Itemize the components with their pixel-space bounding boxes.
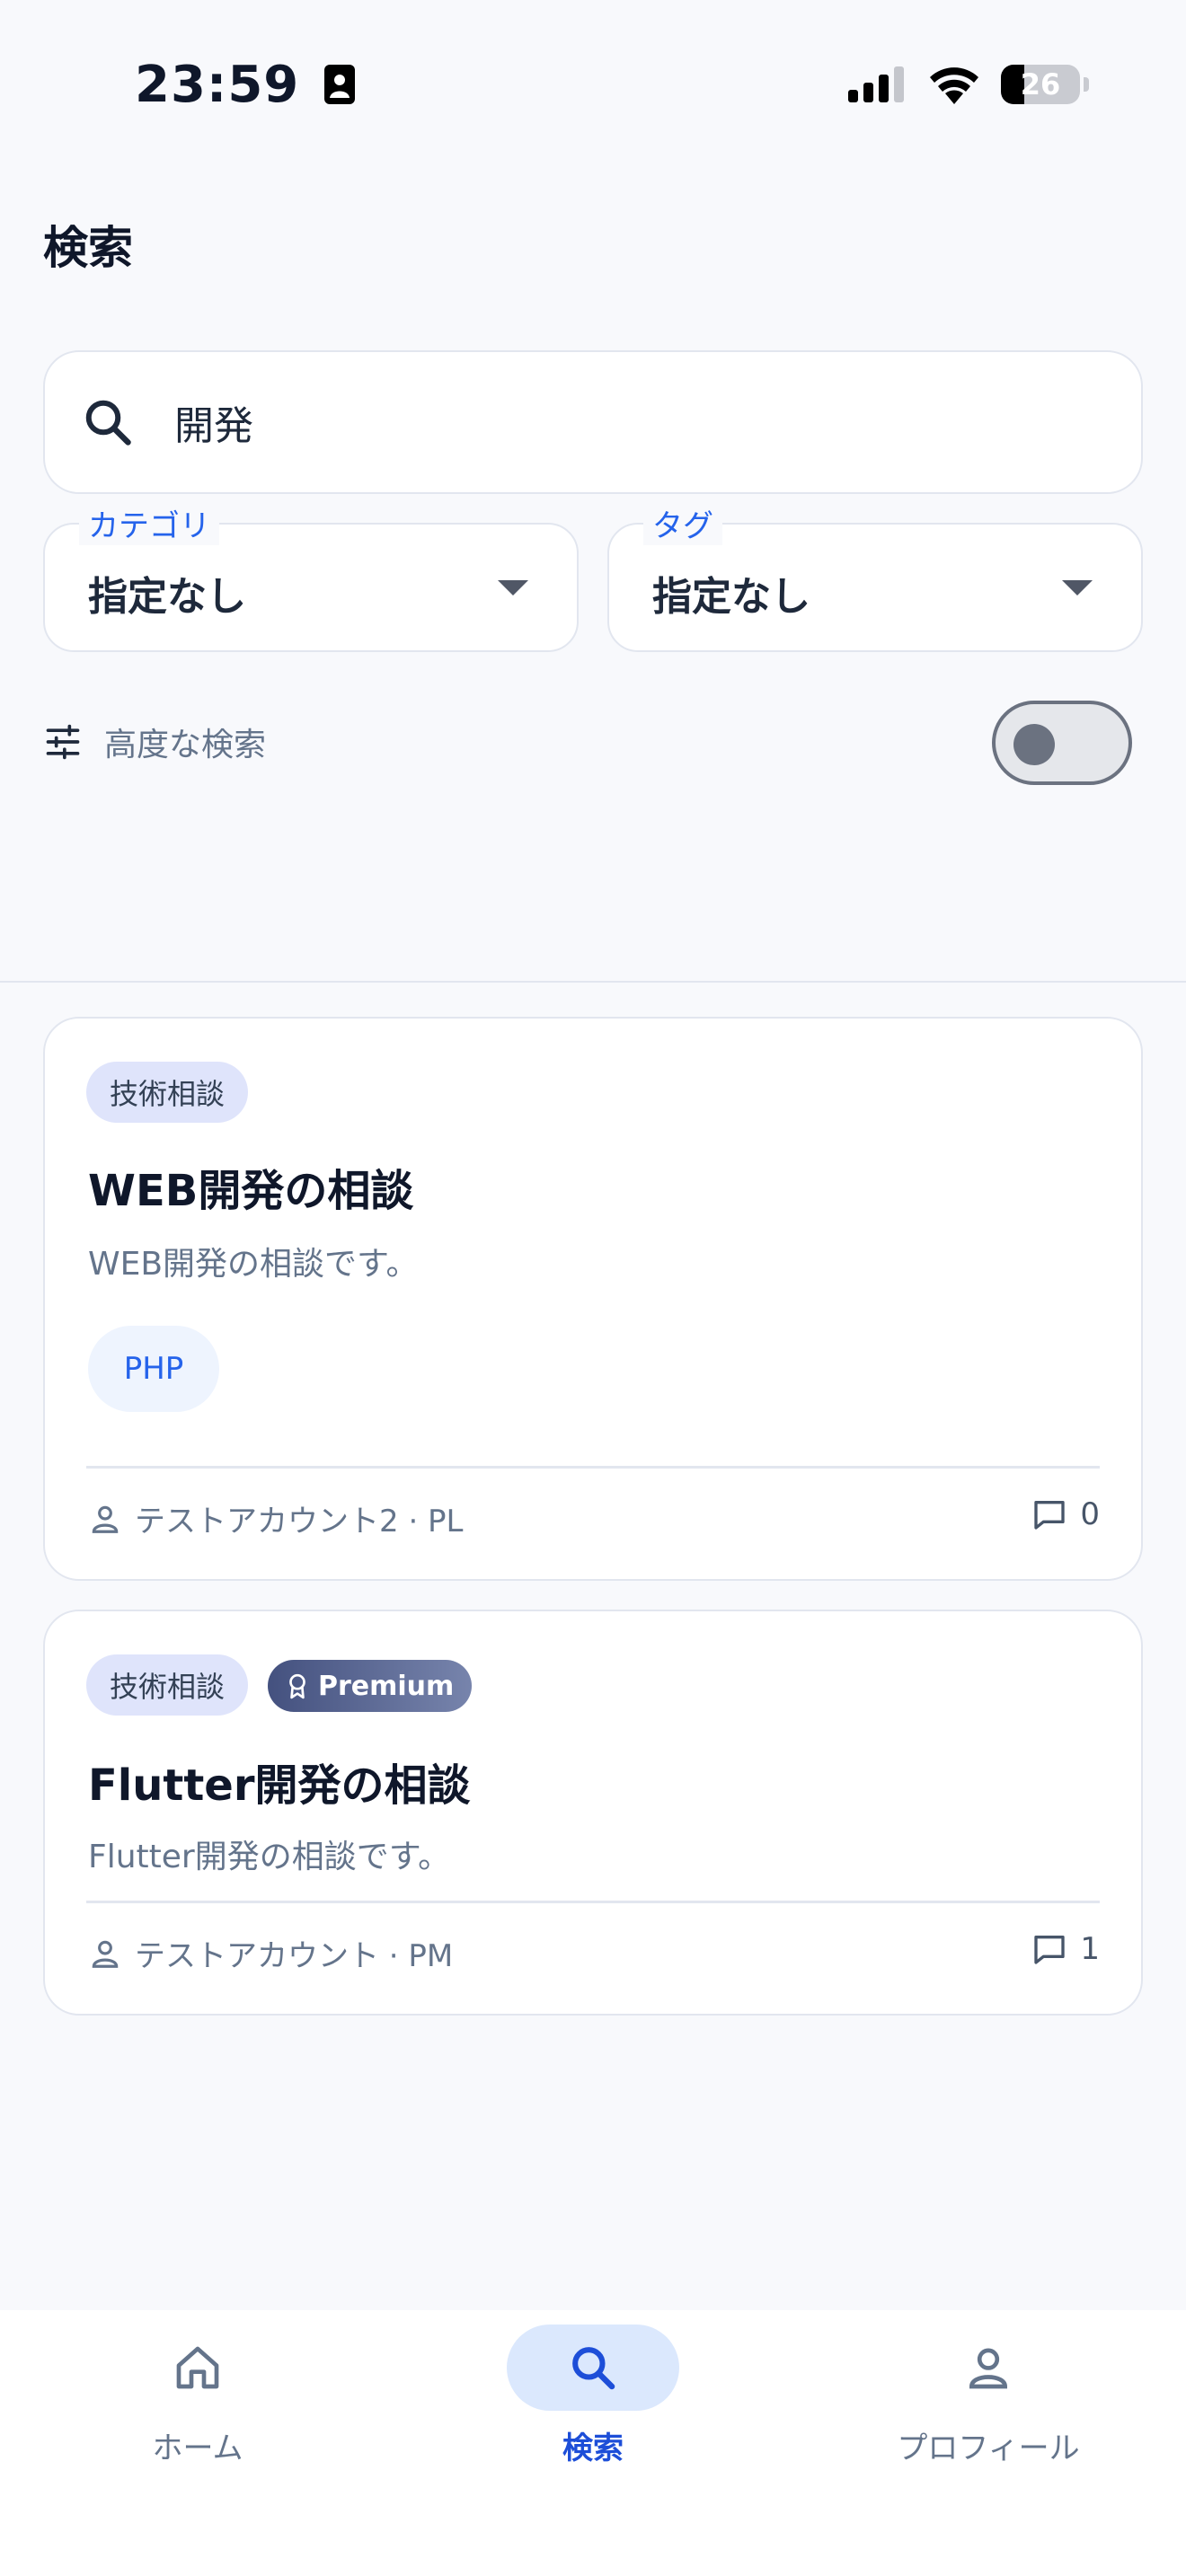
tag-select[interactable]: タグ 指定なし	[607, 501, 1143, 652]
tag-value: 指定なし	[652, 574, 810, 620]
page-title: 検索	[43, 222, 133, 274]
card-title: WEB開発の相談	[88, 1166, 414, 1216]
award-icon	[289, 1673, 305, 1699]
advanced-search-row: 高度な検索	[43, 719, 266, 765]
category-chip: 技術相談	[86, 1062, 249, 1123]
nav-search[interactable]: 検索	[449, 2325, 737, 2467]
person-icon	[92, 1940, 119, 1968]
category-select[interactable]: カテゴリ 指定なし	[43, 501, 579, 652]
nav-search-label: 検索	[562, 2430, 624, 2466]
search-input[interactable]: 開発	[43, 350, 1143, 494]
advanced-search-label: 高度な検索	[104, 727, 267, 763]
card-divider	[86, 1901, 1100, 1903]
signal-icon	[848, 66, 904, 102]
dropdown-arrow-icon	[498, 580, 528, 595]
bottom-navigation: ホーム 検索 プロフィール	[0, 2310, 1186, 2576]
category-value: 指定なし	[88, 574, 246, 620]
nav-profile[interactable]: プロフィール	[845, 2325, 1132, 2467]
result-card[interactable]: 技術相談 WEB開発の相談 WEB開発の相談です。 PHP テストアカウント2 …	[43, 1017, 1143, 1581]
id-card-icon	[323, 65, 355, 104]
home-icon	[176, 2346, 219, 2389]
category-label: カテゴリ	[79, 501, 219, 545]
dropdown-arrow-icon	[1062, 580, 1093, 595]
status-icons: 26	[846, 65, 1089, 104]
nav-home-label: ホーム	[152, 2430, 243, 2466]
card-comments: 0	[1031, 1496, 1100, 1532]
search-value: 開発	[174, 403, 253, 449]
card-comments: 1	[1031, 1931, 1100, 1967]
premium-badge: Premium	[268, 1660, 473, 1712]
tune-icon	[46, 724, 80, 760]
toggle-knob	[1013, 724, 1055, 765]
card-title: Flutter開発の相談	[88, 1760, 471, 1811]
person-icon	[92, 1505, 119, 1533]
wifi-icon	[930, 67, 978, 104]
tag-label: タグ	[643, 501, 722, 545]
nav-profile-label: プロフィール	[897, 2430, 1080, 2466]
comment-icon	[1034, 1501, 1066, 1530]
card-description: WEB開発の相談です。	[88, 1246, 419, 1283]
search-icon	[85, 400, 131, 446]
advanced-search-toggle[interactable]	[992, 701, 1132, 785]
category-chip: 技術相談	[86, 1654, 249, 1716]
result-card[interactable]: 技術相談 Premium Flutter開発の相談 Flutter開発の相談です…	[43, 1610, 1143, 2016]
nav-home[interactable]: ホーム	[54, 2325, 341, 2467]
card-divider	[86, 1466, 1100, 1469]
status-time: 23:59	[135, 56, 356, 114]
card-description: Flutter開発の相談です。	[88, 1839, 451, 1875]
card-author: テストアカウント2 · PL	[88, 1496, 464, 1540]
person-icon	[969, 2348, 1008, 2389]
card-author: テストアカウント · PM	[88, 1931, 453, 1975]
comment-icon	[1034, 1936, 1066, 1964]
battery-indicator: 26	[1001, 65, 1089, 104]
search-icon	[572, 2347, 615, 2390]
tag-chip[interactable]: PHP	[88, 1326, 219, 1412]
section-divider	[0, 981, 1186, 983]
